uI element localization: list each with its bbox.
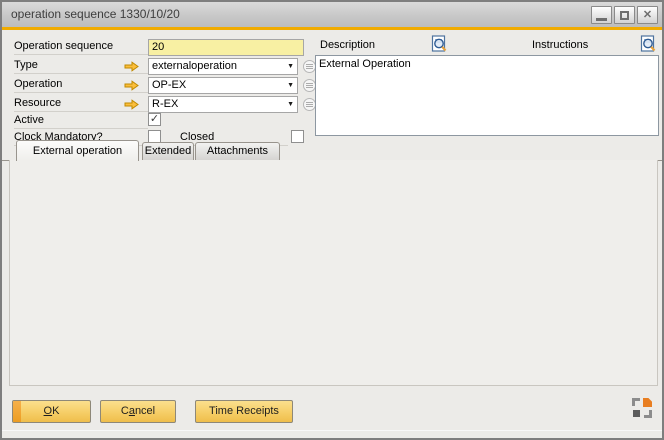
grip-square-dark bbox=[633, 410, 640, 417]
close-icon: ✕ bbox=[643, 10, 652, 21]
closed-checkbox[interactable] bbox=[291, 130, 304, 143]
expand-editor-icon[interactable] bbox=[431, 35, 448, 53]
minimize-icon bbox=[596, 18, 607, 21]
operation-value: OP-EX bbox=[152, 79, 294, 92]
form-resize-grip-icon[interactable] bbox=[632, 398, 652, 418]
tab-attachments[interactable]: Attachments bbox=[195, 142, 280, 160]
active-checkbox[interactable]: ✓ bbox=[148, 113, 161, 126]
active-label: Active bbox=[14, 114, 148, 129]
operation-combo[interactable]: OP-EX ▼ bbox=[148, 77, 298, 94]
cancel-button[interactable]: Cancel bbox=[100, 400, 176, 423]
close-button[interactable]: ✕ bbox=[637, 6, 658, 24]
bottom-inner-border bbox=[2, 430, 662, 431]
grip-corner-tl bbox=[632, 398, 640, 406]
description-textarea[interactable]: External Operation bbox=[315, 55, 659, 136]
chevron-down-icon: ▼ bbox=[287, 82, 294, 89]
chevron-down-icon: ▼ bbox=[287, 101, 294, 108]
time-receipts-button[interactable]: Time Receipts bbox=[195, 400, 293, 423]
type-combo[interactable]: externaloperation ▼ bbox=[148, 58, 298, 75]
link-arrow-icon[interactable] bbox=[124, 80, 139, 91]
window-title: operation sequence 1330/10/20 bbox=[11, 7, 180, 21]
chevron-down-icon: ▼ bbox=[287, 63, 294, 70]
check-icon: ✓ bbox=[150, 114, 159, 125]
grip-corner-br bbox=[644, 410, 652, 418]
grip-page-orange bbox=[643, 398, 652, 407]
list-icon bbox=[306, 85, 313, 86]
list-icon bbox=[306, 66, 313, 67]
tab-extended[interactable]: Extended bbox=[142, 142, 194, 160]
maximize-button[interactable] bbox=[614, 6, 635, 24]
brand-accent-line bbox=[2, 27, 662, 30]
operation-sequence-label: Operation sequence bbox=[14, 40, 148, 55]
operation-sequence-input[interactable]: 20 bbox=[148, 39, 304, 56]
expand-editor-icon[interactable] bbox=[640, 35, 657, 53]
minimize-button[interactable] bbox=[591, 6, 612, 24]
external-operation-panel bbox=[9, 160, 658, 386]
tab-external-operation[interactable]: External operation bbox=[16, 140, 139, 161]
instructions-label: Instructions bbox=[532, 39, 632, 54]
default-button-accent bbox=[13, 401, 21, 422]
link-arrow-icon[interactable] bbox=[124, 61, 139, 72]
title-bar[interactable]: operation sequence 1330/10/20 bbox=[2, 2, 662, 27]
maximize-icon bbox=[620, 11, 629, 20]
type-value: externaloperation bbox=[152, 60, 294, 73]
resource-combo[interactable]: R-EX ▼ bbox=[148, 96, 298, 113]
description-label: Description bbox=[320, 39, 420, 54]
operation-sequence-dialog: operation sequence 1330/10/20 ✕ Operatio… bbox=[0, 0, 664, 440]
list-icon bbox=[306, 104, 313, 105]
ok-button[interactable]: OK bbox=[12, 400, 91, 423]
resource-value: R-EX bbox=[152, 98, 294, 111]
link-arrow-icon[interactable] bbox=[124, 99, 139, 110]
